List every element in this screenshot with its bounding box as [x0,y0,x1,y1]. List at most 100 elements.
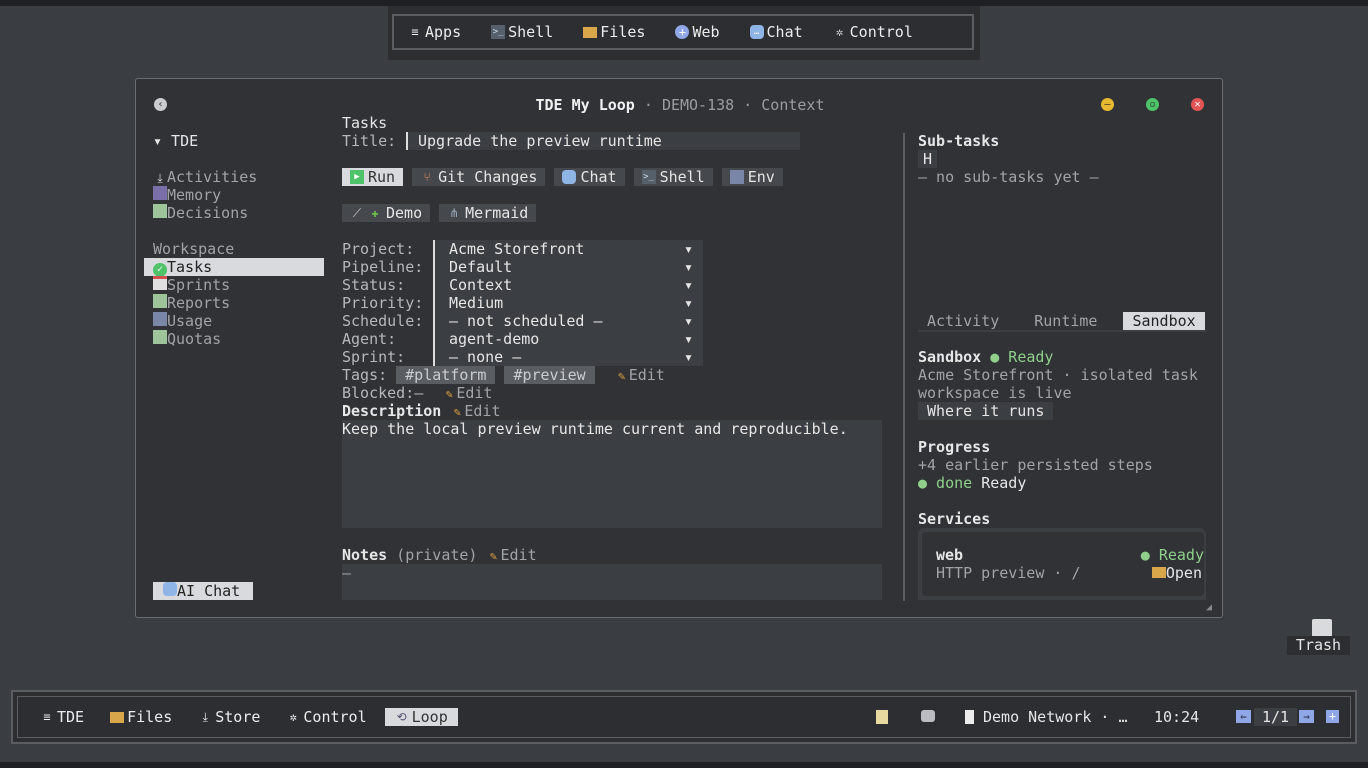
minimize-button[interactable]: – [1101,98,1114,111]
field-label-schedule: Schedule: [342,312,424,330]
sidebar-item-activities[interactable]: ⤓ Activities [153,168,328,186]
shell-button[interactable]: >_ Shell [633,168,713,186]
progress-earlier: +4 earlier persisted steps [918,456,1153,474]
taskbar-tde-button[interactable]: ≡ TDE [40,708,84,726]
tag-chip[interactable]: #preview [504,366,595,384]
sandbox-title: Sandbox [918,348,982,366]
workspace-pager[interactable]: 1/1 [1254,708,1298,726]
maximize-button[interactable]: ▫ [1146,98,1159,111]
notes-value: — [342,564,352,582]
sidebar-root[interactable]: ▾ TDE [153,132,198,150]
progress-title: Progress [918,438,991,456]
taskbar: ≡ TDE Files ⤓ Store ✲ Control ⟲ Loop Demo Ne… [11,690,1357,744]
field-label-pipeline: Pipeline: [342,258,424,276]
taskbar-files-button[interactable]: Files [110,708,172,726]
puzzle-icon: ✚ [371,206,379,220]
taskbar-control-button[interactable]: ✲ Control [286,708,367,726]
description-text: Keep the local preview runtime current a… [342,420,848,438]
field-label-agent: Agent: [342,330,397,348]
chevron-down-icon: ▾ [683,276,693,294]
sidebar-item-sprints[interactable]: Sprints [144,276,324,294]
action-bar-secondary: ⟋ ✚ Demo ⋔ Mermaid [342,204,537,222]
taskbar-loop-button[interactable]: ⟲ Loop [384,708,458,726]
sidebar-item-memory[interactable]: Memory [153,186,328,204]
clipboard-icon[interactable] [876,710,888,724]
menu-icon: ≡ [411,25,419,39]
git-changes-button[interactable]: ⑂ Git Changes [412,168,546,186]
resize-handle-icon[interactable]: ◢ [1206,603,1216,613]
blocked-label: Blocked: [342,384,415,402]
bars-icon [153,312,167,326]
sidebar-item-tasks[interactable]: ✓ Tasks [144,258,324,277]
chevron-down-icon: ▾ [683,240,693,258]
tag-chip[interactable]: #platform [396,366,496,384]
demo-button[interactable]: ⟋ ✚ Demo [342,204,431,222]
tab-sandbox[interactable]: Sandbox [1123,312,1205,330]
add-workspace-icon[interactable]: + [1326,710,1339,723]
pencil-icon: ✎ [618,369,626,383]
edit-blocked-button[interactable]: ✎ Edit [442,384,493,402]
launcher-files-button[interactable]: Files [583,23,645,41]
right-tabs: Activity Runtime Sandbox [918,312,1206,332]
trash-label[interactable]: Trash [1287,636,1350,655]
wand-icon: ⟋ [352,206,362,220]
notes-box[interactable]: — [342,564,882,600]
subtasks-key: H [918,150,938,168]
edit-description-button[interactable]: ✎ Edit [450,402,501,420]
tab-runtime[interactable]: Runtime [1025,312,1106,330]
folder-icon [583,26,598,38]
where-it-runs-button[interactable]: Where it runs [918,402,1054,420]
sidebar-item-decisions[interactable]: Decisions [153,204,328,222]
edit-tags-button[interactable]: ✎ Edit [615,366,665,384]
task-fields: Project: Pipeline: Status: Priority: Sch… [342,240,423,366]
network-status[interactable]: Demo Network · … [965,708,1128,726]
trash-icon[interactable] [1312,619,1332,637]
terminal-icon: >_ [641,170,656,184]
chat-button[interactable]: Chat [554,168,625,186]
progress-step: ● done Ready [918,474,1026,492]
folder-icon [110,711,125,723]
sidebar-item-quotas[interactable]: Quotas [144,330,324,348]
sidebar-group-workspace: ✓ Tasks Sprints Reports Usage Quotas [144,258,324,348]
ai-chat-button[interactable]: AI Chat [153,582,253,600]
edit-notes-button[interactable]: ✎ Edit [487,546,537,564]
tab-activity[interactable]: Activity [918,312,1008,330]
taskbar-inner: ≡ TDE Files ⤓ Store ✲ Control ⟲ Loop Demo Ne… [17,696,1351,738]
service-open-button[interactable]: Open [1151,564,1202,582]
service-status: ● Ready [1140,546,1204,564]
sidebar-item-reports[interactable]: Reports [144,294,324,312]
pager-next-icon[interactable]: ⇒ [1299,710,1314,723]
env-button[interactable]: Env [721,168,783,186]
description-box[interactable]: Keep the local preview runtime current a… [342,420,882,528]
priority-select[interactable]: Medium ▾ [433,294,703,312]
project-select[interactable]: Acme Storefront ▾ [433,240,703,258]
pane-divider[interactable] [903,133,905,601]
title-input[interactable]: Upgrade the preview runtime [406,132,800,150]
launcher-shell-button[interactable]: >_ Shell [491,23,553,41]
pipeline-select[interactable]: Default ▾ [433,258,703,276]
pager-prev-icon[interactable]: ⇐ [1236,710,1251,723]
diagram-icon: ⋔ [449,206,460,220]
mermaid-button[interactable]: ⋔ Mermaid [439,204,537,222]
sandbox-header: Sandbox ● Ready [918,348,1053,366]
robot-icon[interactable] [921,710,935,722]
launcher-chat-button[interactable]: … Chat [749,23,803,41]
field-label-status: Status: [342,276,406,294]
env-icon [729,170,744,184]
agent-select[interactable]: agent-demo ▾ [433,330,703,348]
launcher-control-button[interactable]: ✲ Control [833,23,913,41]
schedule-select[interactable]: — not scheduled — ▾ [433,312,703,330]
taskbar-apps: ≡ TDE Files ⤓ Store ✲ Control ⟲ Loop [40,708,458,726]
launcher-web-button[interactable]: + Web [675,23,720,41]
sprint-select[interactable]: — none — ▾ [433,348,703,366]
download-icon: ⤓ [157,171,163,185]
chevron-down-icon: ▾ [683,258,693,276]
taskbar-store-button[interactable]: ⤓ Store [198,708,261,726]
status-select[interactable]: Context ▾ [433,276,703,294]
close-button[interactable]: ✕ [1191,98,1204,111]
window-title: TDE My Loop · DEMO-138 · Context [535,96,825,114]
check-circle-icon: ✓ [153,263,167,277]
launcher-apps-button[interactable]: ≡ Apps [408,23,461,41]
sidebar-item-usage[interactable]: Usage [144,312,324,330]
run-button[interactable]: ▶ Run [342,168,404,186]
